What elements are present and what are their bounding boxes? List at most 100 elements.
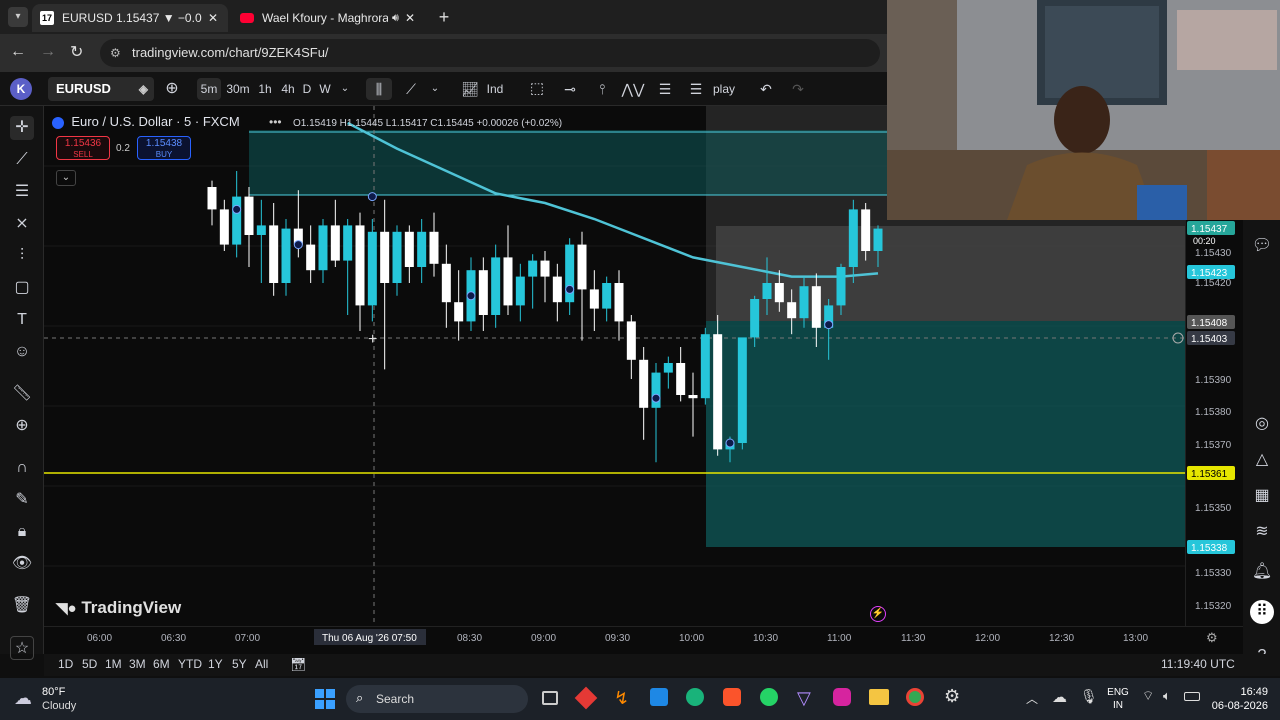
alerts-icon[interactable]: ☰ <box>685 78 707 100</box>
vline-icon[interactable]: ⫯ <box>592 78 612 100</box>
timeframe-4h[interactable]: 4h <box>278 78 298 100</box>
range-5d[interactable]: 5D <box>82 657 97 671</box>
close-icon[interactable]: ✕ <box>208 11 218 25</box>
magnet-icon[interactable]: ∩ <box>10 456 34 480</box>
whatsapp-icon[interactable] <box>760 688 778 706</box>
stay-drawing-icon[interactable]: ✎ <box>10 488 34 512</box>
emoji-icon[interactable]: ☺ <box>10 340 34 364</box>
app-icon-orange[interactable]: ↯ <box>614 688 629 709</box>
star-icon[interactable]: ☆ <box>10 636 34 660</box>
timeframe-D[interactable]: D <box>299 78 315 100</box>
rectangle-icon[interactable]: ⬚ <box>526 78 548 100</box>
collapse-legend-icon[interactable]: ⌄ <box>56 170 76 186</box>
wifi-icon[interactable]: ⌔ <box>1142 688 1154 704</box>
goto-date-icon[interactable]: 📅︎ <box>290 657 307 673</box>
candles-icon[interactable]: ⫼ <box>366 78 392 100</box>
battery-icon[interactable] <box>1184 692 1200 701</box>
new-tab-button[interactable]: + <box>434 7 454 27</box>
tab-youtube[interactable]: Wael Kfoury - Maghrora | ٫ 🔊︎ ✕ <box>232 4 428 32</box>
folder-icon[interactable] <box>869 689 889 705</box>
speaker-icon[interactable]: 🔊︎ <box>392 12 399 25</box>
ruler-icon[interactable]: 📏︎ <box>10 382 34 406</box>
line-tool-icon[interactable]: ⟋ <box>400 78 422 100</box>
volume-icon[interactable]: 🔈︎ <box>1163 688 1171 704</box>
mic-icon[interactable]: 🎙︎ <box>1080 688 1098 705</box>
app-icon-red[interactable] <box>574 686 598 710</box>
range-ytd[interactable]: YTD <box>178 657 202 671</box>
tab-list-button[interactable]: ▾ <box>8 7 28 27</box>
language-indicator[interactable]: ENG IN <box>1104 686 1132 712</box>
task-view-icon[interactable] <box>542 691 558 705</box>
legend-title[interactable]: Euro / U.S. Dollar · 5 · FXCM <box>71 114 239 129</box>
time-axis[interactable] <box>44 626 1243 654</box>
target-icon[interactable]: ◎ <box>1250 412 1274 436</box>
edge-icon[interactable] <box>686 688 704 706</box>
range-3m[interactable]: 3M <box>129 657 146 671</box>
url-field[interactable]: ⚙ tradingview.com/chart/9ZEK4SFu/ <box>100 39 880 67</box>
site-info-icon[interactable]: ⚙ <box>110 39 121 67</box>
range-5y[interactable]: 5Y <box>232 657 247 671</box>
chevron-down-icon[interactable]: ⌄ <box>338 78 352 100</box>
settings-icon[interactable]: ⚙ <box>944 686 960 707</box>
indicators-button[interactable]: Ind <box>484 78 506 100</box>
sell-button[interactable]: 1.15436 SELL <box>56 136 110 160</box>
range-1y[interactable]: 1Y <box>208 657 223 671</box>
apps-icon[interactable]: ⠿ <box>1250 600 1274 624</box>
avatar[interactable]: K <box>10 78 32 100</box>
forecast-icon[interactable]: ⫶ <box>10 244 34 268</box>
compare-icon[interactable]: ⊕ <box>162 78 182 100</box>
stream-icon[interactable]: ≋ <box>1250 520 1274 544</box>
forward-icon[interactable]: → <box>40 43 56 61</box>
lightning-icon[interactable]: ⚡ <box>870 606 886 622</box>
range-1d[interactable]: 1D <box>58 657 73 671</box>
shapes-icon[interactable]: ▢ <box>10 276 34 300</box>
calendar-icon[interactable]: ▦ <box>1250 484 1274 508</box>
range-6m[interactable]: 6M <box>153 657 170 671</box>
brave-icon[interactable] <box>723 688 741 706</box>
chrome-icon[interactable] <box>906 688 924 706</box>
vscode-icon[interactable] <box>650 688 668 706</box>
hline-icon[interactable]: ⊸ <box>560 78 580 100</box>
range-all[interactable]: All <box>255 657 268 671</box>
chevron-down-icon[interactable]: ⌄ <box>428 78 442 100</box>
trash-icon[interactable]: 🗑︎ <box>10 594 34 618</box>
chat-icon[interactable]: 💬︎ <box>1250 234 1274 258</box>
reload-icon[interactable]: ↻ <box>70 42 83 62</box>
crosshair-icon[interactable]: ✛ <box>10 116 34 140</box>
trendline-icon[interactable]: ⟋ <box>10 148 34 172</box>
instagram-icon[interactable] <box>833 688 851 706</box>
eye-icon[interactable]: 👁︎ <box>10 552 34 576</box>
utc-clock[interactable]: 11:19:40 UTC <box>1161 657 1235 671</box>
redo-icon[interactable]: ↷ <box>788 78 808 100</box>
timeframe-1h[interactable]: 1h <box>255 78 275 100</box>
pattern-icon[interactable]: ⋀⋁ <box>621 78 645 100</box>
diamond-icon[interactable]: ◈ <box>139 77 148 101</box>
zoom-icon[interactable]: ⊕ <box>10 414 34 438</box>
bell-icon[interactable]: 🔔︎ <box>1250 560 1274 584</box>
more-icon[interactable]: ••• <box>269 115 282 129</box>
range-1m[interactable]: 1M <box>105 657 122 671</box>
close-icon[interactable]: ✕ <box>405 11 415 25</box>
search-box[interactable]: ⌕ Search <box>346 685 528 713</box>
timeframe-30m[interactable]: 30m <box>224 78 252 100</box>
pattern-tool-icon[interactable]: ⨯ <box>10 212 34 236</box>
tray-chevron-icon[interactable]: ︿ <box>1026 690 1038 707</box>
undo-icon[interactable]: ↶ <box>756 78 776 100</box>
ideas-icon[interactable]: △ <box>1250 448 1274 472</box>
timeframe-5m[interactable]: 5m <box>197 78 221 100</box>
replay-button[interactable]: play <box>710 78 738 100</box>
buy-button[interactable]: 1.15438 BUY <box>137 136 191 160</box>
onedrive-icon[interactable]: ☁ <box>1052 688 1067 706</box>
text-icon[interactable]: T <box>10 308 34 332</box>
proton-icon[interactable]: ▽ <box>797 688 811 709</box>
timeframe-W[interactable]: W <box>317 78 333 100</box>
back-icon[interactable]: ← <box>10 43 26 61</box>
indicators-icon[interactable]: 📈︎ <box>459 78 481 100</box>
symbol-search[interactable]: EURUSD ◈ <box>48 77 154 101</box>
clock[interactable]: 16:49 06-08-2026 <box>1206 685 1268 713</box>
start-button[interactable] <box>315 689 335 709</box>
lock-icon[interactable]: 🔒︎ <box>10 520 34 544</box>
tab-tradingview[interactable]: 17 EURUSD 1.15437 ▼ −0.08% Un ✕ <box>32 4 228 32</box>
time-axis-settings-icon[interactable]: ⚙ <box>1206 630 1218 646</box>
fib-retracement-icon[interactable]: ☰ <box>10 180 34 204</box>
